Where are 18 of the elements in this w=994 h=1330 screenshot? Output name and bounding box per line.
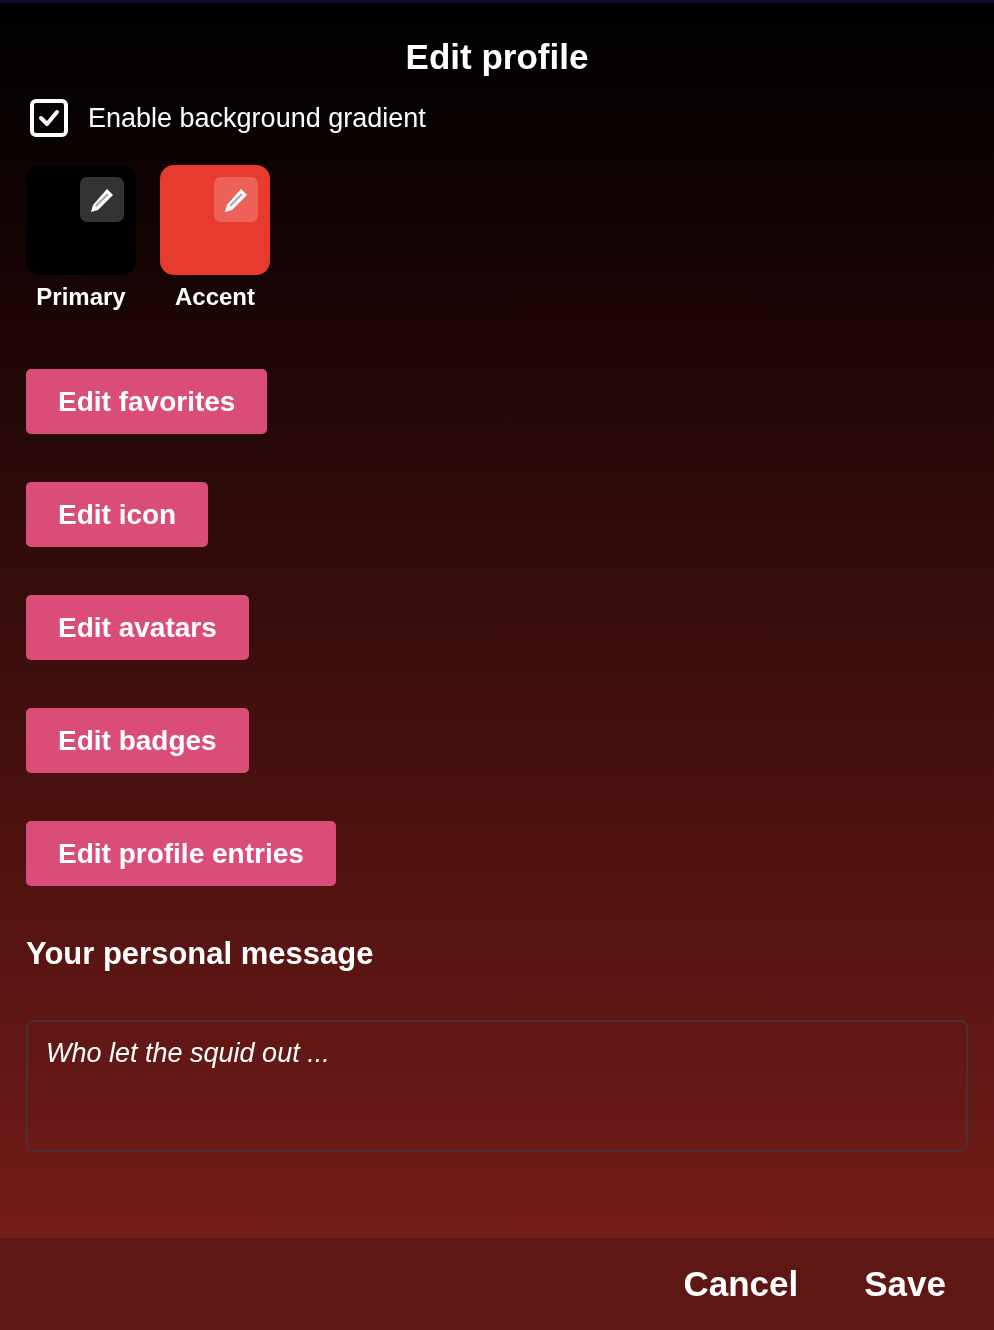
checkmark-icon bbox=[38, 109, 60, 127]
edit-button[interactable]: Edit profile entries bbox=[26, 821, 336, 886]
message-field[interactable]: Who let the squid out ... bbox=[26, 1020, 968, 1152]
dialog-title: Edit profile bbox=[404, 37, 590, 77]
color-swatch[interactable] bbox=[160, 165, 270, 275]
edit-button[interactable]: Edit favorites bbox=[26, 369, 268, 434]
edit-button[interactable]: Edit badges bbox=[26, 708, 249, 773]
edit-button[interactable]: Edit avatars bbox=[26, 595, 249, 660]
checkbox[interactable] bbox=[30, 99, 68, 137]
swatch-label: Accent bbox=[175, 283, 255, 311]
cancel-button[interactable]: Cancel bbox=[635, 1251, 817, 1317]
edit-button[interactable]: Edit icon bbox=[26, 482, 209, 547]
save-button[interactable]: Save bbox=[816, 1251, 964, 1317]
swatch-label: Primary bbox=[36, 283, 126, 311]
pencil-icon[interactable] bbox=[80, 177, 124, 222]
checkbox-label: Enable background gradient bbox=[88, 102, 426, 134]
section-heading: Your personal message bbox=[26, 935, 375, 973]
color-swatch[interactable] bbox=[26, 165, 136, 275]
